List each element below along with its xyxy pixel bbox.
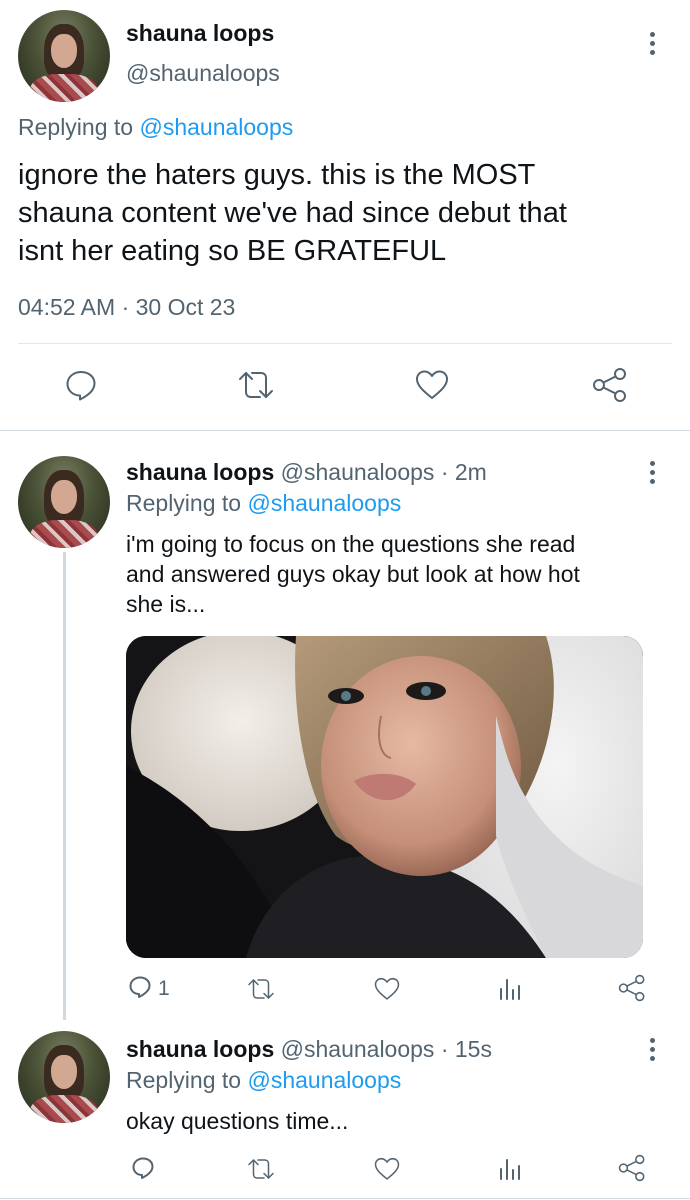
replying-handle-link[interactable]: @shaunaloops bbox=[247, 1067, 401, 1093]
avatar[interactable] bbox=[18, 456, 110, 548]
bar-chart-icon[interactable] bbox=[498, 1157, 522, 1181]
heart-icon[interactable] bbox=[373, 976, 401, 1002]
reply-header: shauna loops @shaunaloops · 2m bbox=[126, 459, 487, 486]
speech-bubble-icon[interactable] bbox=[64, 368, 98, 402]
retweet-icon[interactable] bbox=[246, 976, 276, 1002]
avatar[interactable] bbox=[18, 1031, 110, 1123]
author-name[interactable]: shauna loops bbox=[126, 1036, 274, 1062]
tweet-text-line: and answered guys okay but look at how h… bbox=[126, 561, 580, 587]
share-icon[interactable] bbox=[618, 974, 646, 1002]
kebab-menu-icon[interactable] bbox=[650, 32, 658, 59]
replying-prefix: Replying to bbox=[18, 114, 134, 140]
retweet-icon[interactable] bbox=[236, 368, 276, 402]
heart-icon[interactable] bbox=[373, 1156, 401, 1182]
author-handle[interactable]: @shaunaloops bbox=[126, 60, 280, 87]
section-divider bbox=[0, 1198, 690, 1199]
tweet-timestamp[interactable]: 04:52 AM · 30 Oct 23 bbox=[18, 294, 235, 321]
replying-to: Replying to @shaunaloops bbox=[126, 1067, 401, 1094]
speech-bubble-icon[interactable] bbox=[128, 975, 152, 999]
tweet-text: ignore the haters guys. this is the MOST… bbox=[18, 156, 567, 270]
author-name[interactable]: shauna loops bbox=[126, 20, 274, 47]
tweet-text-line: isnt her eating so BE GRATEFUL bbox=[18, 235, 447, 267]
handle-time[interactable]: @shaunaloops · 15s bbox=[281, 1036, 492, 1062]
replying-to: Replying to @shaunaloops bbox=[18, 114, 293, 141]
reply-header: shauna loops @shaunaloops · 15s bbox=[126, 1036, 492, 1063]
replying-prefix: Replying to bbox=[126, 1067, 242, 1093]
replying-to: Replying to @shaunaloops bbox=[126, 490, 401, 517]
tweet-text-line: shauna content we've had since debut tha… bbox=[18, 197, 567, 229]
tweet-text: i'm going to focus on the questions she … bbox=[126, 529, 580, 619]
bar-chart-icon[interactable] bbox=[498, 977, 522, 1001]
tweet-text-line: i'm going to focus on the questions she … bbox=[126, 531, 576, 557]
heart-icon[interactable] bbox=[414, 368, 450, 402]
share-icon[interactable] bbox=[618, 1154, 646, 1182]
tweet-text-line: ignore the haters guys. this is the MOST bbox=[18, 159, 536, 191]
author-name[interactable]: shauna loops bbox=[126, 459, 274, 485]
kebab-menu-icon[interactable] bbox=[650, 1038, 658, 1065]
reply-count: 1 bbox=[158, 977, 170, 1000]
tweet-text-line: okay questions time... bbox=[126, 1108, 349, 1134]
handle-time[interactable]: @shaunaloops · 2m bbox=[281, 459, 487, 485]
thread-line bbox=[63, 552, 66, 1020]
replying-prefix: Replying to bbox=[126, 490, 242, 516]
kebab-menu-icon[interactable] bbox=[650, 461, 658, 488]
tweet-text: okay questions time... bbox=[126, 1106, 348, 1136]
avatar[interactable] bbox=[18, 10, 110, 102]
share-icon[interactable] bbox=[592, 367, 628, 403]
tweet-text-line: she is... bbox=[126, 591, 206, 617]
section-divider bbox=[0, 430, 690, 431]
retweet-icon[interactable] bbox=[246, 1156, 276, 1182]
divider bbox=[18, 343, 672, 344]
replying-handle-link[interactable]: @shaunaloops bbox=[247, 490, 401, 516]
speech-bubble-icon[interactable] bbox=[131, 1156, 155, 1180]
attached-photo[interactable] bbox=[126, 636, 643, 958]
replying-handle-link[interactable]: @shaunaloops bbox=[139, 114, 293, 140]
